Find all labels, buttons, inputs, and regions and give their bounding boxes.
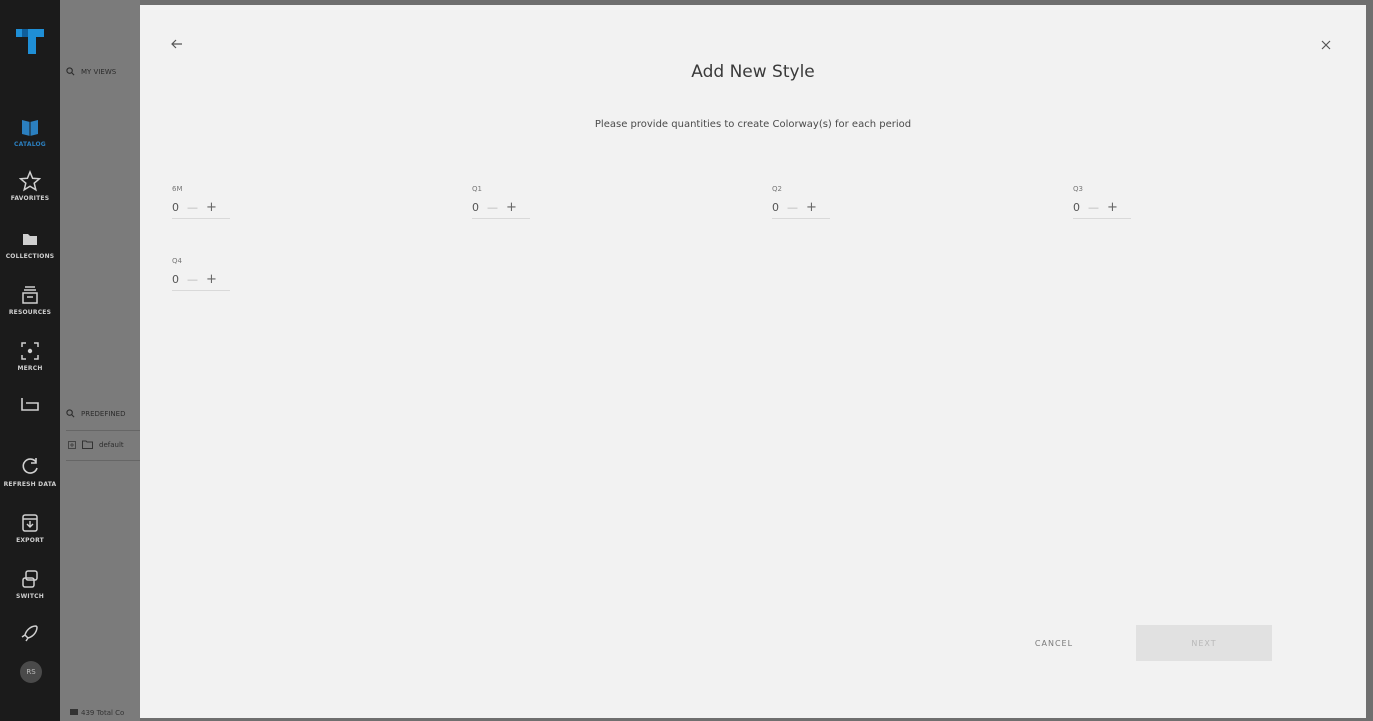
cancel-button[interactable]: CANCEL [1014,625,1094,661]
qty-stepper-q4: Q4 0 — + [172,257,230,291]
next-button[interactable]: NEXT [1136,625,1272,661]
folder-icon [82,440,93,449]
nav-label: SWITCH [16,593,44,600]
back-arrow-icon[interactable] [170,37,184,51]
nav-label: REFRESH DATA [3,481,57,488]
search-icon [66,67,75,76]
decrement-button[interactable]: — [187,273,198,286]
folder-icon [23,234,37,245]
nav-item-switch[interactable]: SWITCH [0,568,60,600]
quantity-value[interactable]: 0 [172,273,179,286]
my-views-label: MY VIEWS [81,67,117,76]
switch-icon [22,570,38,588]
nav-item-collections[interactable]: COLLECTIONS [0,228,60,260]
search-icon [66,409,75,418]
app-logo[interactable] [14,26,46,56]
decrement-button[interactable]: — [787,201,798,214]
rocket-icon [21,625,38,642]
my-views-row[interactable]: MY VIEWS [66,67,116,76]
nav-item-basket[interactable] [0,394,60,419]
nav-label: MERCH [17,365,43,372]
nav-item-export[interactable]: EXPORT [0,512,60,544]
predefined-row[interactable]: PREDEFINED [66,409,125,418]
increment-button[interactable]: + [506,200,517,215]
period-label: 6M [172,185,183,193]
nav-label: CATALOG [14,141,46,148]
period-label: Q4 [172,257,182,265]
nav-label: FAVORITES [10,195,50,202]
increment-button[interactable]: + [206,200,217,215]
quantity-value[interactable]: 0 [472,201,479,214]
quantity-value[interactable]: 0 [172,201,179,214]
decrement-button[interactable]: — [1088,201,1099,214]
predefined-label: PREDEFINED [81,409,126,418]
qty-stepper-q1: Q1 0 — + [472,185,530,219]
quantity-stepper: 0 — + [172,269,230,291]
increment-button[interactable]: + [806,200,817,215]
quantity-stepper: 0 — + [1073,197,1131,219]
avatar[interactable]: RS [20,661,42,683]
period-label: Q1 [472,185,482,193]
quantity-stepper: 0 — + [772,197,830,219]
nav-item-favorites[interactable]: FAVORITES [0,170,60,202]
decrement-button[interactable]: — [187,201,198,214]
qty-stepper-q3: Q3 0 — + [1073,185,1131,219]
close-icon[interactable] [1320,39,1332,51]
add-new-style-dialog: Add New Style Please provide quantities … [140,5,1366,718]
nav-label: EXPORT [16,537,44,544]
total-count-text: 439 Total Co [81,709,125,717]
export-icon [22,514,38,532]
dialog-title: Add New Style [691,62,815,82]
qty-stepper-q2: Q2 0 — + [772,185,830,219]
decrement-button[interactable]: — [487,201,498,214]
nav-item-catalog[interactable]: CATALOG [0,116,60,148]
left-nav: CATALOG FAVORITES COLLECTIONS RESOURCES … [0,0,60,721]
quantity-value[interactable]: 0 [772,201,779,214]
period-label: Q3 [1073,185,1083,193]
merch-icon [21,342,39,360]
nav-item-resources[interactable]: RESOURCES [0,284,60,316]
increment-button[interactable]: + [1107,200,1118,215]
default-tree-item[interactable]: default [68,440,124,449]
nav-label: RESOURCES [8,309,52,316]
divider [66,460,140,461]
resources-icon [22,286,38,304]
increment-button[interactable]: + [206,272,217,287]
default-label: default [99,440,124,449]
refresh-icon [22,458,38,474]
quantity-stepper: 0 — + [172,197,230,219]
quantity-stepper: 0 — + [472,197,530,219]
expand-icon[interactable] [68,440,76,449]
side-panel: MY VIEWS PREDEFINED default 439 Total Co [60,0,140,721]
quantity-value[interactable]: 0 [1073,201,1080,214]
dialog-subtitle: Please provide quantities to create Colo… [594,119,912,130]
grid-icon [70,709,78,715]
nav-label: COLLECTIONS [5,253,55,260]
basket-icon [21,398,39,411]
catalog-icon [22,120,38,136]
nav-item-refresh-data[interactable]: REFRESH DATA [0,456,60,488]
total-count: 439 Total Co [70,709,124,717]
period-label: Q2 [772,185,782,193]
nav-item-merch[interactable]: MERCH [0,340,60,372]
star-icon [19,170,41,192]
qty-stepper-6m: 6M 0 — + [172,185,230,219]
divider [66,430,140,431]
nav-item-rocket[interactable] [0,622,60,647]
